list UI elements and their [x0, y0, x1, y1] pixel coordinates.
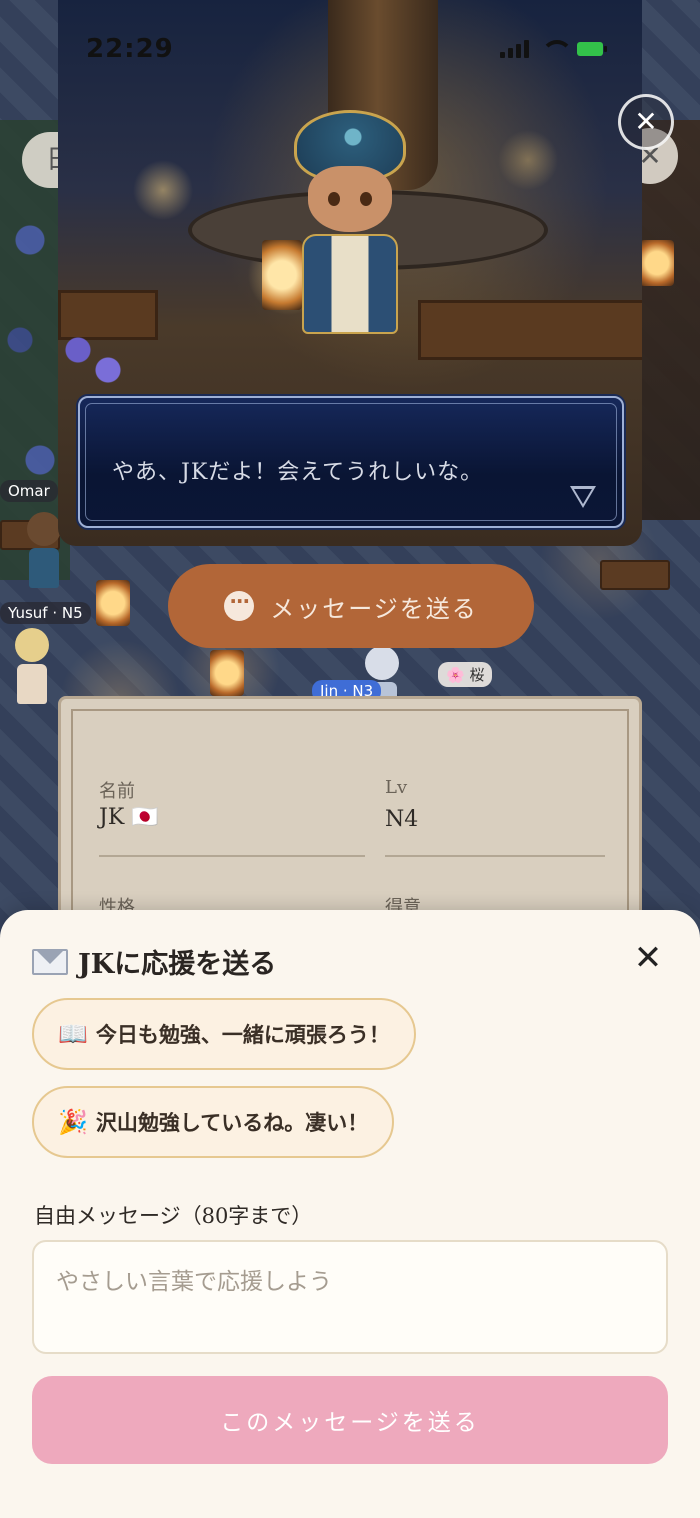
wifi-icon: [541, 40, 573, 58]
field-value-level: N4: [385, 807, 419, 832]
next-arrow-icon[interactable]: [570, 486, 596, 508]
lantern: [640, 240, 674, 286]
npc-name-tag: Omar: [0, 480, 58, 502]
hydrangea-flowers: [58, 330, 138, 390]
sheet-title-text: JKに応援を送る: [78, 949, 277, 980]
lantern: [96, 580, 130, 626]
status-time: 22:29: [86, 34, 174, 64]
profile-card: 名前 JK 🇯🇵 Lv N4 性格 得意: [58, 696, 642, 936]
dialog-text: やあ、JKだよ！会えてうれしいな。: [112, 460, 484, 485]
preset-text: 沢山勉強しているね。凄い！: [95, 1110, 369, 1135]
npc-name-tag: Yusuf · N5: [0, 602, 91, 624]
npc-name-tag: 🌸 桜: [438, 662, 493, 687]
send-message-label: メッセージを送る: [270, 594, 478, 623]
battery-icon: [577, 42, 607, 56]
field-value-name: JK 🇯🇵: [99, 805, 159, 830]
sheet-title: JKに応援を送る: [32, 942, 276, 981]
field-label-name: 名前: [99, 781, 135, 802]
chat-bubble-icon: [224, 589, 255, 621]
close-icon[interactable]: ✕: [618, 94, 674, 150]
bench: [600, 560, 670, 590]
party-popper-icon: 🎉: [58, 1108, 88, 1136]
send-cheer-button[interactable]: このメッセージを送る: [32, 1376, 668, 1464]
free-message-input[interactable]: [32, 1240, 668, 1354]
preset-message-1[interactable]: 📖 今日も勉強、一緒に頑張ろう！: [32, 998, 416, 1070]
divider: [385, 855, 605, 857]
preset-text: 今日も勉強、一緒に頑張ろう！: [95, 1022, 390, 1047]
character-jk: [290, 110, 410, 360]
lantern: [210, 650, 244, 696]
free-message-label: 自由メッセージ（80字まで）: [34, 1204, 313, 1228]
field-label-level: Lv: [385, 777, 408, 798]
send-message-button[interactable]: メッセージを送る: [168, 564, 534, 648]
dialog-box[interactable]: やあ、JKだよ！会えてうれしいな。: [78, 396, 624, 528]
envelope-icon: [32, 948, 68, 975]
bench: [418, 300, 642, 360]
divider: [99, 855, 365, 857]
status-icons: [500, 40, 607, 58]
signal-icon: [500, 40, 529, 58]
sheet-close-icon[interactable]: ✕: [628, 938, 668, 978]
preset-message-2[interactable]: 🎉 沢山勉強しているね。凄い！: [32, 1086, 395, 1158]
book-icon: 📖: [58, 1020, 88, 1048]
npc-yusuf[interactable]: [10, 628, 54, 706]
cheer-sheet: JKに応援を送る ✕ 📖 今日も勉強、一緒に頑張ろう！ 🎉 沢山勉強しているね。…: [0, 910, 700, 1518]
